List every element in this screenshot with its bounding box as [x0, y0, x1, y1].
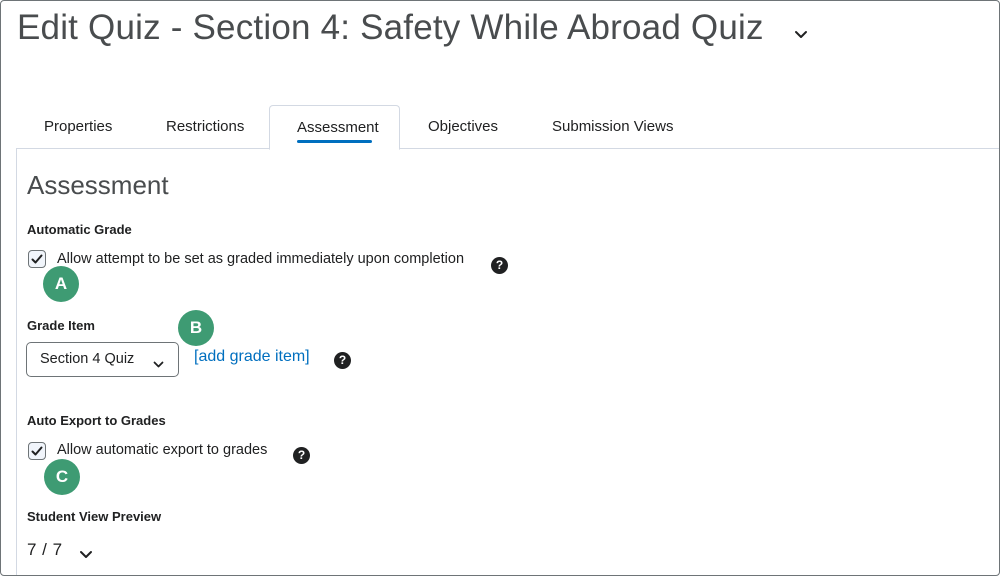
tab-assessment-label: Assessment: [297, 119, 379, 136]
auto-grade-checkbox-label[interactable]: Allow attempt to be set as graded immedi…: [57, 251, 464, 267]
help-icon[interactable]: ?: [491, 257, 508, 274]
page-title: Edit Quiz - Section 4: Safety While Abro…: [17, 8, 764, 47]
assessment-panel: Assessment Automatic Grade Allow attempt…: [16, 148, 999, 575]
tab-assessment[interactable]: Assessment: [269, 105, 400, 150]
checkmark-icon: [31, 446, 43, 456]
grade-item-select[interactable]: Section 4 Quiz: [26, 342, 179, 377]
tab-restrictions[interactable]: Restrictions: [166, 105, 244, 149]
auto-export-checkbox[interactable]: [28, 442, 46, 460]
preview-chevron-down-icon[interactable]: [79, 547, 93, 565]
tab-submission-views[interactable]: Submission Views: [552, 105, 673, 149]
title-chevron-down-icon[interactable]: [793, 26, 809, 42]
automatic-grade-label: Automatic Grade: [27, 222, 132, 237]
chevron-down-icon: [153, 356, 164, 374]
page-title-row: Edit Quiz - Section 4: Safety While Abro…: [17, 5, 764, 51]
tab-properties[interactable]: Properties: [44, 105, 112, 149]
tab-objectives[interactable]: Objectives: [428, 105, 498, 149]
student-view-preview-label: Student View Preview: [27, 509, 162, 524]
add-grade-item-link[interactable]: [add grade item]: [194, 348, 310, 366]
help-icon[interactable]: ?: [334, 352, 351, 369]
grade-item-label: Grade Item: [27, 318, 95, 333]
window-frame: Edit Quiz - Section 4: Safety While Abro…: [0, 0, 1000, 576]
callout-c: C: [44, 459, 80, 495]
grade-item-select-value: Section 4 Quiz: [40, 351, 135, 367]
active-tab-indicator: [297, 140, 372, 143]
auto-export-checkbox-label[interactable]: Allow automatic export to grades: [57, 442, 267, 458]
section-heading: Assessment: [27, 170, 169, 200]
callout-b: B: [178, 310, 214, 346]
tab-bar: Properties Restrictions Assessment Objec…: [16, 105, 999, 150]
student-view-preview-value: 7 / 7: [27, 540, 63, 559]
auto-export-label: Auto Export to Grades: [27, 413, 166, 428]
checkmark-icon: [31, 254, 43, 264]
help-icon[interactable]: ?: [293, 447, 310, 464]
callout-a: A: [43, 266, 79, 302]
auto-grade-checkbox[interactable]: [28, 250, 46, 268]
